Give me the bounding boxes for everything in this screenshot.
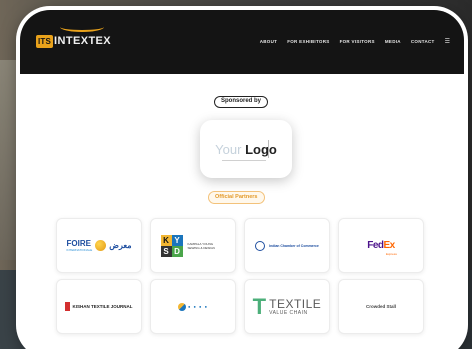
fedex-ex: Ex <box>383 240 396 251</box>
seal-icon <box>255 240 266 251</box>
logo-divider <box>268 140 269 158</box>
nav-contact[interactable]: CONTACT <box>411 39 435 44</box>
partner-card-foire[interactable]: FOIRE INTERNATIONALE معرض <box>56 218 142 273</box>
partner-card-dots[interactable]: ● ● ● ● <box>150 279 236 334</box>
dots-logo: ● ● ● ● <box>178 302 208 311</box>
device-frame: ITS INTEXTEX ABOUT FOR EXHIBITORS FOR VI… <box>20 10 464 349</box>
nav-about[interactable]: ABOUT <box>260 39 278 44</box>
partner-card-fedex[interactable]: FedEx Express <box>338 218 424 273</box>
tvc-name: TEXTILE <box>269 296 322 311</box>
logo-underline <box>222 160 266 161</box>
fedex-logo: FedEx <box>367 240 395 251</box>
tvc-sub: VALUE CHAIN <box>269 309 308 316</box>
kysd-description: KAMPALA YOUNG SEWING & DESIGN <box>187 241 215 250</box>
kysd-logo: KYSD KAMPALA YOUNG SEWING & DESIGN <box>160 234 226 257</box>
tvc-mark: T <box>252 293 267 319</box>
logo-text: Logo <box>245 141 277 157</box>
foire-logo: FOIRE INTERNATIONALE معرض <box>66 238 132 252</box>
dots-name: ● ● ● ● <box>188 304 208 309</box>
chamber-name: Indian Chamber of Commerce <box>269 243 319 248</box>
your-text: Your <box>215 141 242 157</box>
navbar: ITS INTEXTEX ABOUT FOR EXHIBITORS FOR VI… <box>20 10 464 74</box>
chamber-logo: Indian Chamber of Commerce <box>255 240 319 251</box>
kishan-logo: KISHAN TEXTILE JOURNAL <box>65 302 133 311</box>
kysd-mark-icon: KYSD <box>160 234 183 257</box>
fedex-fed: Fed <box>367 240 384 251</box>
fedex-sub: Express <box>386 252 397 256</box>
nav-for-exhibitors[interactable]: FOR EXHIBITORS <box>287 39 329 44</box>
partner-card-crowded-stall[interactable]: Crowded Stall <box>338 279 424 334</box>
official-partners-label: Official Partners <box>208 191 265 204</box>
kishan-mark-icon <box>65 302 71 311</box>
nav-media[interactable]: MEDIA <box>385 39 401 44</box>
dots-mark-icon <box>178 302 186 311</box>
partner-card-textile-value-chain[interactable]: T TEXTILE VALUE CHAIN <box>244 279 330 334</box>
site-logo[interactable]: ITS INTEXTEX <box>36 32 111 50</box>
nav-links: ABOUT FOR EXHIBITORS FOR VISITORS MEDIA … <box>260 38 450 45</box>
sponsor-logo-card[interactable]: Your Logo <box>200 120 292 178</box>
foire-arabic: معرض <box>109 241 132 250</box>
partner-card-kishan[interactable]: KISHAN TEXTILE JOURNAL <box>56 279 142 334</box>
logo-swoosh-icon <box>60 22 104 32</box>
logo-box: ITS <box>36 34 54 48</box>
nav-for-visitors[interactable]: FOR VISITORS <box>340 39 375 44</box>
globe-icon <box>95 240 107 251</box>
foire-sub: INTERNATIONALE <box>66 247 93 252</box>
logo-text: INTEXTEX <box>54 35 112 47</box>
partner-card-kysd[interactable]: KYSD KAMPALA YOUNG SEWING & DESIGN <box>150 218 236 273</box>
kishan-name: KISHAN TEXTILE JOURNAL <box>72 304 133 309</box>
sponsored-by-label: Sponsored by <box>214 96 269 108</box>
hamburger-icon[interactable]: ☰ <box>445 38 450 45</box>
crowded-stall-name: Crowded Stall <box>365 304 396 309</box>
textile-value-chain-logo: T TEXTILE VALUE CHAIN <box>252 293 322 319</box>
foire-name: FOIRE <box>66 238 91 248</box>
partner-card-chamber[interactable]: Indian Chamber of Commerce <box>244 218 330 273</box>
partners-grid: FOIRE INTERNATIONALE معرض KYSD KAMPALA Y… <box>56 218 428 334</box>
